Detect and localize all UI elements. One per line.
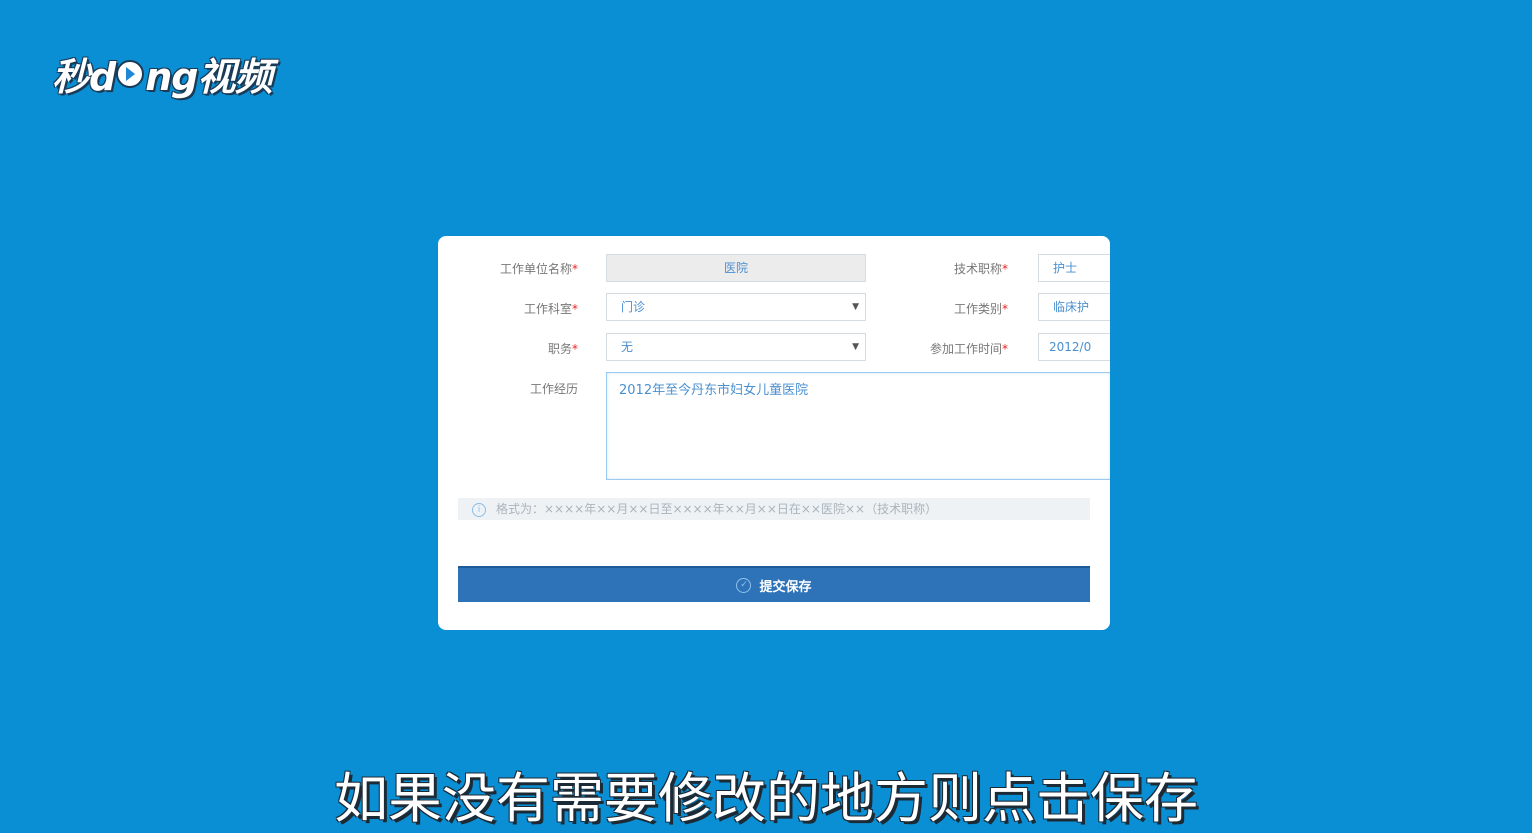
play-icon	[116, 59, 145, 88]
submit-save-button[interactable]: ✓ 提交保存	[458, 566, 1090, 602]
experience-textarea[interactable]: 2012年至今丹东市妇女儿童医院	[606, 372, 1110, 480]
work-category-label: 工作类别*	[953, 302, 1008, 316]
submit-save-label: 提交保存	[759, 579, 812, 595]
start-date-label: 参加工作时间*	[929, 342, 1008, 356]
logo-text-2: ng视频	[145, 55, 272, 99]
work-unit-field: 医院	[606, 254, 866, 282]
tech-title-field[interactable]: 护士	[1038, 254, 1110, 282]
profile-form-card: 工作单位名称* 医院 工作科室* 门诊 ▼ 职务* 无 ▼ 工作经历 2012年至今…	[438, 236, 1110, 630]
start-date-field[interactable]: 2012/0	[1038, 333, 1110, 361]
work-category-select[interactable]: 临床护	[1038, 293, 1110, 321]
format-hint-text: 格式为：××××年××月××日至××××年××月××日在××医院××（技术职称）	[496, 502, 938, 516]
brand-logo: 秒d ng视频	[52, 46, 272, 101]
tech-title-label: 技术职称*	[953, 262, 1008, 276]
department-select[interactable]: 门诊 ▼	[606, 293, 866, 321]
check-circle-icon: ✓	[736, 577, 752, 593]
experience-label: 工作经历	[529, 382, 578, 396]
info-icon: i	[472, 502, 486, 517]
position-select[interactable]: 无 ▼	[606, 333, 866, 361]
department-label: 工作科室*	[523, 302, 578, 316]
chevron-down-icon: ▼	[852, 342, 859, 352]
format-hint: i 格式为：××××年××月××日至××××年××月××日在××医院××（技术职称…	[458, 498, 1090, 520]
work-unit-label: 工作单位名称*	[499, 262, 578, 276]
video-subtitle: 如果没有需要修改的地方则点击保存	[334, 767, 1198, 830]
position-label: 职务*	[547, 342, 578, 356]
logo-text-1: 秒d	[52, 55, 116, 99]
chevron-down-icon: ▼	[852, 302, 859, 312]
